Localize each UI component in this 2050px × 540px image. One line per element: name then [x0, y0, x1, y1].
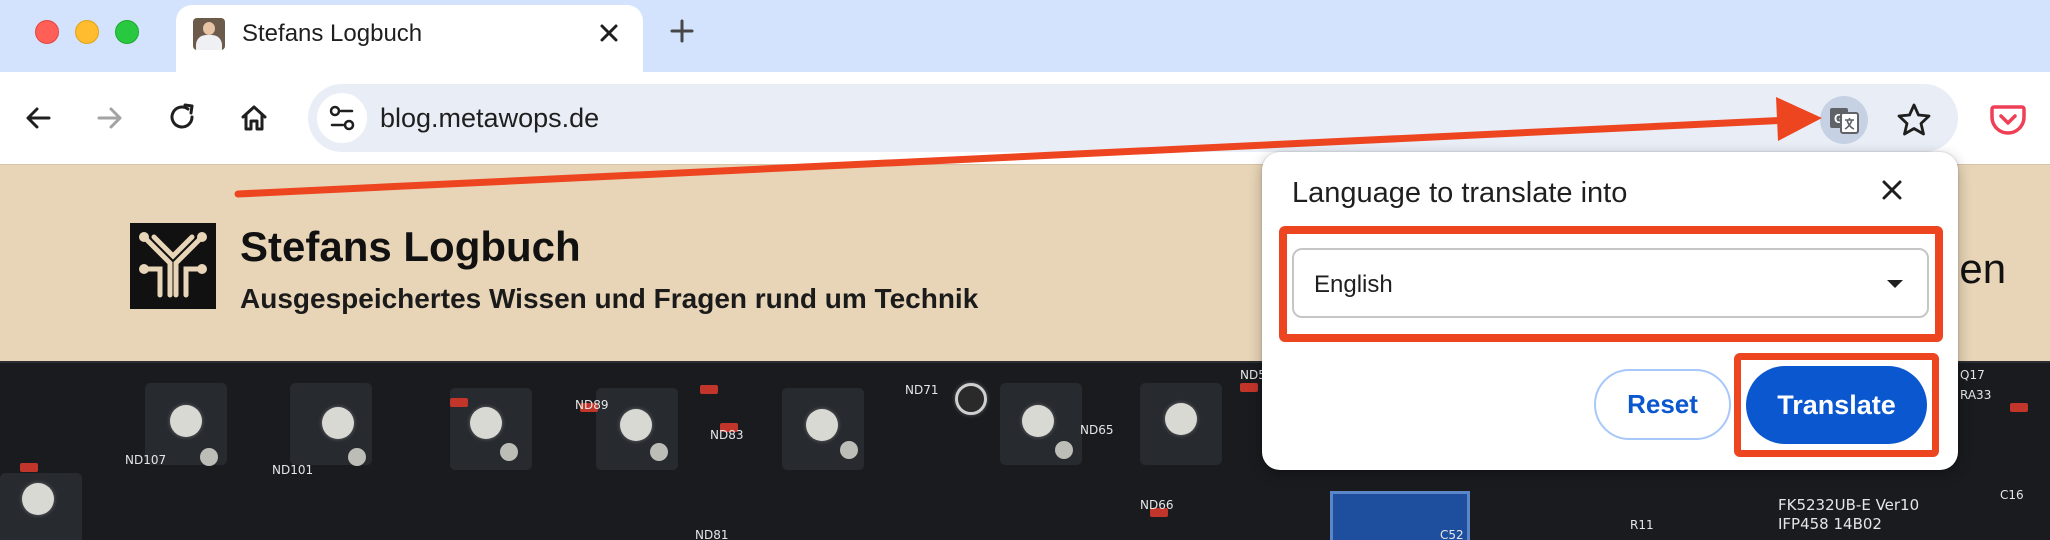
pcb-label: ND89: [575, 398, 609, 412]
active-tab[interactable]: Stefans Logbuch: [176, 5, 643, 72]
pcb-label: Q17: [1960, 368, 1985, 382]
site-title[interactable]: Stefans Logbuch: [240, 223, 581, 271]
tab-close-icon[interactable]: [594, 18, 624, 48]
bookmark-star-icon[interactable]: [1891, 97, 1937, 143]
pcb-label: ND66: [1140, 498, 1174, 512]
pcb-label: ND107: [125, 453, 167, 467]
pcb-label: ND81: [695, 528, 729, 540]
annotation-highlight-translate: [1734, 353, 1939, 457]
popup-title: Language to translate into: [1292, 177, 1628, 209]
back-arrow-icon[interactable]: [18, 98, 58, 138]
site-settings-icon: [329, 105, 355, 131]
pcb-label: C16: [2000, 488, 2024, 502]
site-favicon-icon: [193, 18, 225, 50]
tab-strip: Stefans Logbuch: [0, 0, 2050, 72]
close-icon[interactable]: [1874, 172, 1910, 208]
translate-page-button[interactable]: G: [1820, 96, 1868, 144]
google-translate-icon: G: [1830, 108, 1859, 134]
reload-icon[interactable]: [163, 98, 203, 138]
pcb-label: C52: [1440, 528, 1464, 540]
maximize-window-button[interactable]: [115, 20, 139, 44]
reset-button[interactable]: Reset: [1594, 369, 1731, 440]
pcb-label: ND71: [905, 383, 939, 397]
url-text[interactable]: blog.metawops.de: [380, 103, 599, 134]
site-logo-circuit-icon[interactable]: [130, 223, 216, 309]
minimize-window-button[interactable]: [75, 20, 99, 44]
nav-item-partial[interactable]: ien: [1950, 245, 2006, 293]
translate-popup: Language to translate into English Reset…: [1262, 152, 1958, 470]
tab-title: Stefans Logbuch: [242, 20, 423, 47]
new-tab-icon[interactable]: [665, 14, 699, 48]
browser-toolbar: blog.metawops.de: [0, 72, 2050, 164]
pocket-extension-icon[interactable]: [1988, 99, 2028, 139]
annotation-highlight-language: [1279, 226, 1943, 342]
forward-arrow-icon[interactable]: [90, 98, 130, 138]
pcb-label: IFP458 14B02: [1778, 515, 1882, 533]
pcb-label: FK5232UB-E Ver10: [1778, 496, 1920, 514]
pcb-label: ND101: [272, 463, 314, 477]
address-bar[interactable]: blog.metawops.de: [308, 84, 1958, 152]
site-tagline: Ausgespeichertes Wissen und Fragen rund …: [240, 283, 979, 314]
site-info-button[interactable]: [317, 93, 367, 143]
pcb-label: R11: [1630, 518, 1654, 532]
pcb-label: ND65: [1080, 423, 1114, 437]
close-window-button[interactable]: [35, 20, 59, 44]
pcb-label: RA33: [1960, 388, 1992, 402]
pcb-label: ND83: [710, 428, 744, 442]
home-icon[interactable]: [234, 98, 274, 138]
